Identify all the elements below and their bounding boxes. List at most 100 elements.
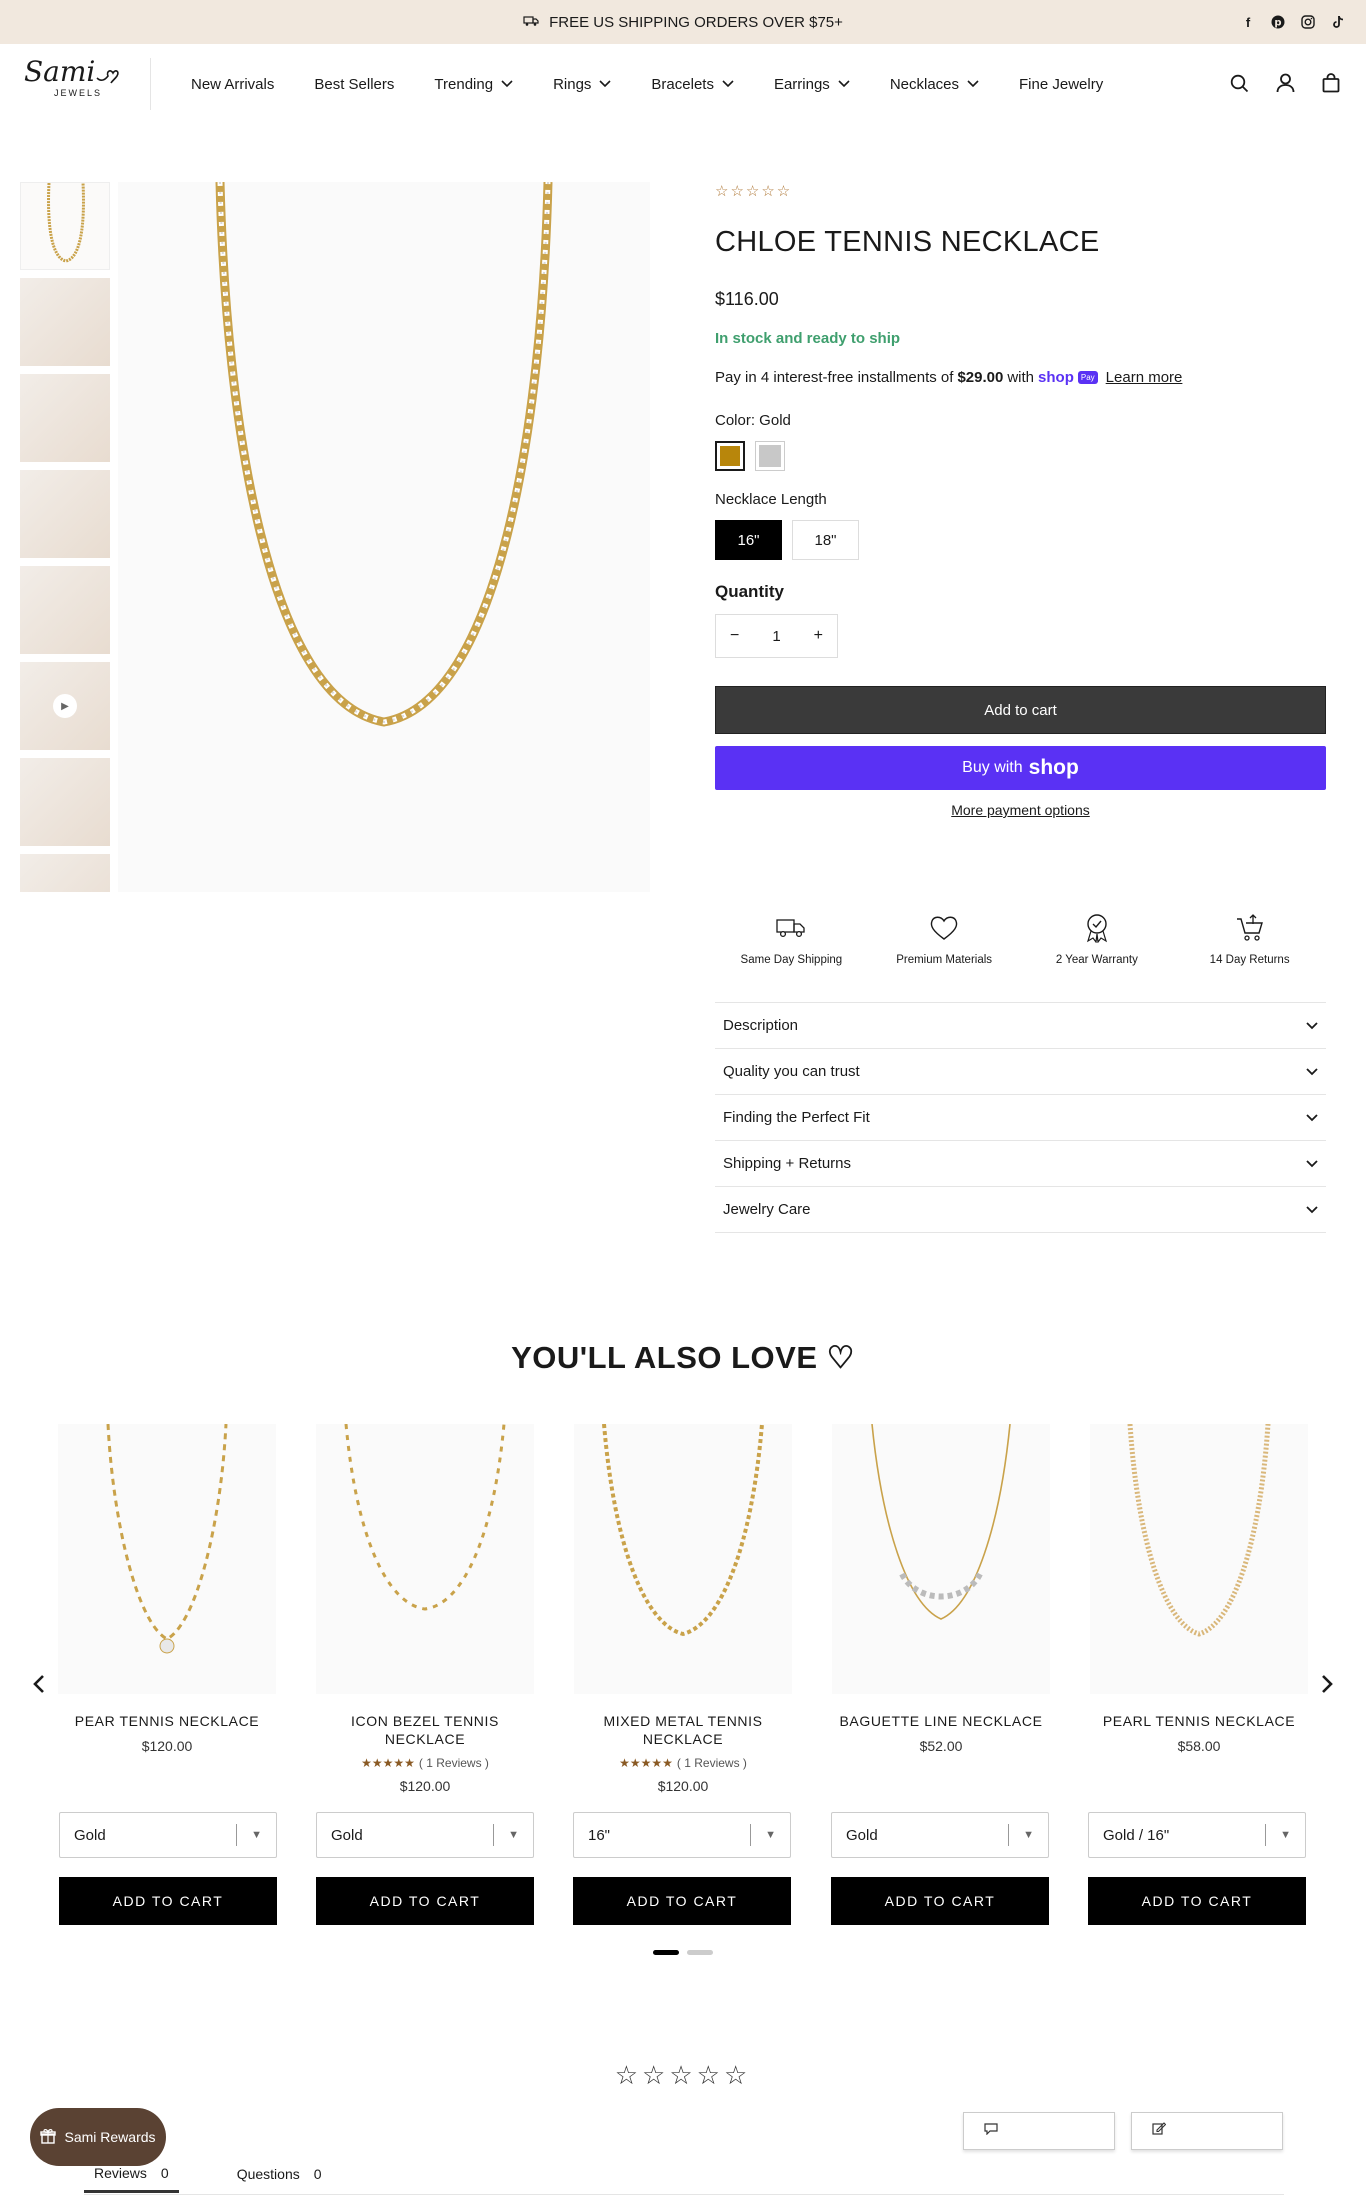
variant-select[interactable]: Gold ▼ (831, 1812, 1049, 1858)
accordion-description[interactable]: Description (715, 1003, 1326, 1049)
cart-bag-icon[interactable] (1320, 72, 1342, 94)
carousel-dot-2[interactable] (687, 1950, 713, 1955)
thumbnail-1[interactable] (20, 182, 110, 270)
shipping-truck-icon (774, 912, 808, 944)
accordion-shipping[interactable]: Shipping + Returns (715, 1141, 1326, 1187)
product-card-image[interactable] (574, 1424, 792, 1694)
accordion-care[interactable]: Jewelry Care (715, 1187, 1326, 1233)
heart-icon (927, 912, 961, 944)
quantity-increase-button[interactable]: + (814, 627, 823, 645)
variant-select[interactable]: 16" ▼ (573, 1812, 791, 1858)
product-price: $116.00 (715, 289, 779, 309)
nav-rings[interactable]: Rings (553, 76, 611, 93)
tab-questions[interactable]: Questions 0 (227, 2155, 332, 2193)
shop-pay-logo: shop (1038, 369, 1074, 386)
variant-select[interactable]: Gold / 16" ▼ (1088, 1812, 1306, 1858)
accordion-fit[interactable]: Finding the Perfect Fit (715, 1095, 1326, 1141)
thumbnail-2[interactable] (20, 278, 110, 366)
learn-more-link[interactable]: Learn more (1106, 369, 1183, 386)
product-rating-stars[interactable]: ☆☆☆☆☆ (715, 182, 1326, 200)
main-product-image[interactable] (118, 181, 650, 892)
product-card-image[interactable] (832, 1424, 1050, 1694)
heart-logo-icon (96, 70, 120, 84)
header-divider (150, 58, 151, 110)
length-18-button[interactable]: 18" (792, 520, 859, 560)
tiktok-icon[interactable] (1328, 12, 1348, 32)
variant-select[interactable]: Gold ▼ (316, 1812, 534, 1858)
chevron-down-icon (838, 80, 850, 88)
quantity-value[interactable]: 1 (772, 628, 780, 645)
nav-new-arrivals[interactable]: New Arrivals (191, 76, 274, 93)
card-add-to-cart-button[interactable]: ADD TO CART (59, 1877, 277, 1925)
chevron-down-icon: ▼ (251, 1829, 262, 1841)
length-16-button[interactable]: 16" (715, 520, 782, 560)
product-card-image[interactable] (1090, 1424, 1308, 1694)
chevron-down-icon: ▼ (765, 1829, 776, 1841)
pinterest-icon[interactable]: p (1268, 12, 1288, 32)
product-card-name[interactable]: ICON BEZEL TENNIS NECKLACE (316, 1712, 534, 1748)
product-card-image[interactable] (316, 1424, 534, 1694)
feature-icons: Same Day Shipping Premium Materials 2 Ye… (715, 912, 1326, 966)
rewards-launcher-button[interactable]: Sami Rewards (30, 2108, 166, 2166)
product-card-price: $120.00 (657, 1778, 709, 1794)
product-card-name[interactable]: BAGUETTE LINE NECKLACE (839, 1712, 1042, 1730)
carousel-next-arrow[interactable] (1315, 1672, 1339, 1696)
return-cart-icon (1233, 912, 1267, 944)
product-title: CHLOE TENNIS NECKLACE (715, 226, 1100, 258)
announcement-bar: FREE US SHIPPING ORDERS OVER $75+ f p (0, 0, 1366, 44)
thumbnail-5[interactable] (20, 566, 110, 654)
thumbnail-3[interactable] (20, 374, 110, 462)
social-links: f p (1238, 12, 1348, 32)
more-payment-options-link[interactable]: More payment options (715, 802, 1326, 818)
account-icon[interactable] (1274, 72, 1296, 94)
carousel-prev-arrow[interactable] (27, 1672, 51, 1696)
nav-best-sellers[interactable]: Best Sellers (314, 76, 394, 93)
product-card-rating: ★★★★★( 1 Reviews ) (361, 1756, 489, 1770)
feature-warranty: 2 Year Warranty (1022, 912, 1172, 966)
product-card-price: $52.00 (919, 1738, 963, 1754)
product-card-name[interactable]: MIXED METAL TENNIS NECKLACE (574, 1712, 792, 1748)
nav-trending[interactable]: Trending (434, 76, 513, 93)
buy-with-shop-button[interactable]: Buy with shop (715, 746, 1326, 790)
accordion-quality[interactable]: Quality you can trust (715, 1049, 1326, 1095)
chevron-down-icon: ▼ (1280, 1829, 1291, 1841)
card-add-to-cart-button[interactable]: ADD TO CART (573, 1877, 791, 1925)
quantity-decrease-button[interactable]: − (730, 627, 739, 645)
gift-icon (40, 2128, 57, 2147)
nav-necklaces[interactable]: Necklaces (890, 76, 979, 93)
carousel-dot-1[interactable] (653, 1950, 679, 1955)
nav-earrings[interactable]: Earrings (774, 76, 850, 93)
product-card: ICON BEZEL TENNIS NECKLACE ★★★★★( 1 Revi… (316, 1424, 534, 1794)
site-header: Sami JEWELS New Arrivals Best Sellers Tr… (0, 44, 1366, 124)
card-add-to-cart-button[interactable]: ADD TO CART (1088, 1877, 1306, 1925)
chevron-down-icon: ▼ (1023, 1829, 1034, 1841)
thumbnail-8[interactable] (20, 854, 110, 892)
swatch-silver[interactable] (755, 441, 785, 471)
logo[interactable]: Sami JEWELS (24, 58, 130, 108)
nav-bracelets[interactable]: Bracelets (651, 76, 734, 93)
write-review-button[interactable] (1131, 2112, 1283, 2150)
variant-select[interactable]: Gold ▼ (59, 1812, 277, 1858)
thumbnail-video[interactable]: ▶ (20, 662, 110, 750)
product-card-name[interactable]: PEAR TENNIS NECKLACE (75, 1712, 259, 1730)
product-card-name[interactable]: PEARL TENNIS NECKLACE (1103, 1712, 1295, 1730)
thumbnail-4[interactable] (20, 470, 110, 558)
chevron-down-icon (1306, 1067, 1318, 1075)
instagram-icon[interactable] (1298, 12, 1318, 32)
ask-question-button[interactable] (963, 2112, 1115, 2150)
card-add-to-cart-button[interactable]: ADD TO CART (831, 1877, 1049, 1925)
product-card-image[interactable] (58, 1424, 276, 1694)
thumbnail-strip: ▶ (20, 182, 110, 892)
necklace-thumb-image (47, 182, 85, 263)
pay-badge: Pay (1077, 371, 1098, 384)
card-add-to-cart-button[interactable]: ADD TO CART (316, 1877, 534, 1925)
add-to-cart-button[interactable]: Add to cart (715, 686, 1326, 734)
feature-returns: 14 Day Returns (1175, 912, 1325, 966)
swatch-gold[interactable] (715, 441, 745, 471)
search-icon[interactable] (1228, 72, 1250, 94)
nav-fine-jewelry[interactable]: Fine Jewelry (1019, 76, 1103, 93)
product-card: BAGUETTE LINE NECKLACE $52.00 (832, 1424, 1050, 1794)
thumbnail-7[interactable] (20, 758, 110, 846)
facebook-icon[interactable]: f (1238, 12, 1258, 32)
product-card-rating: ★★★★★( 1 Reviews ) (619, 1756, 747, 1770)
